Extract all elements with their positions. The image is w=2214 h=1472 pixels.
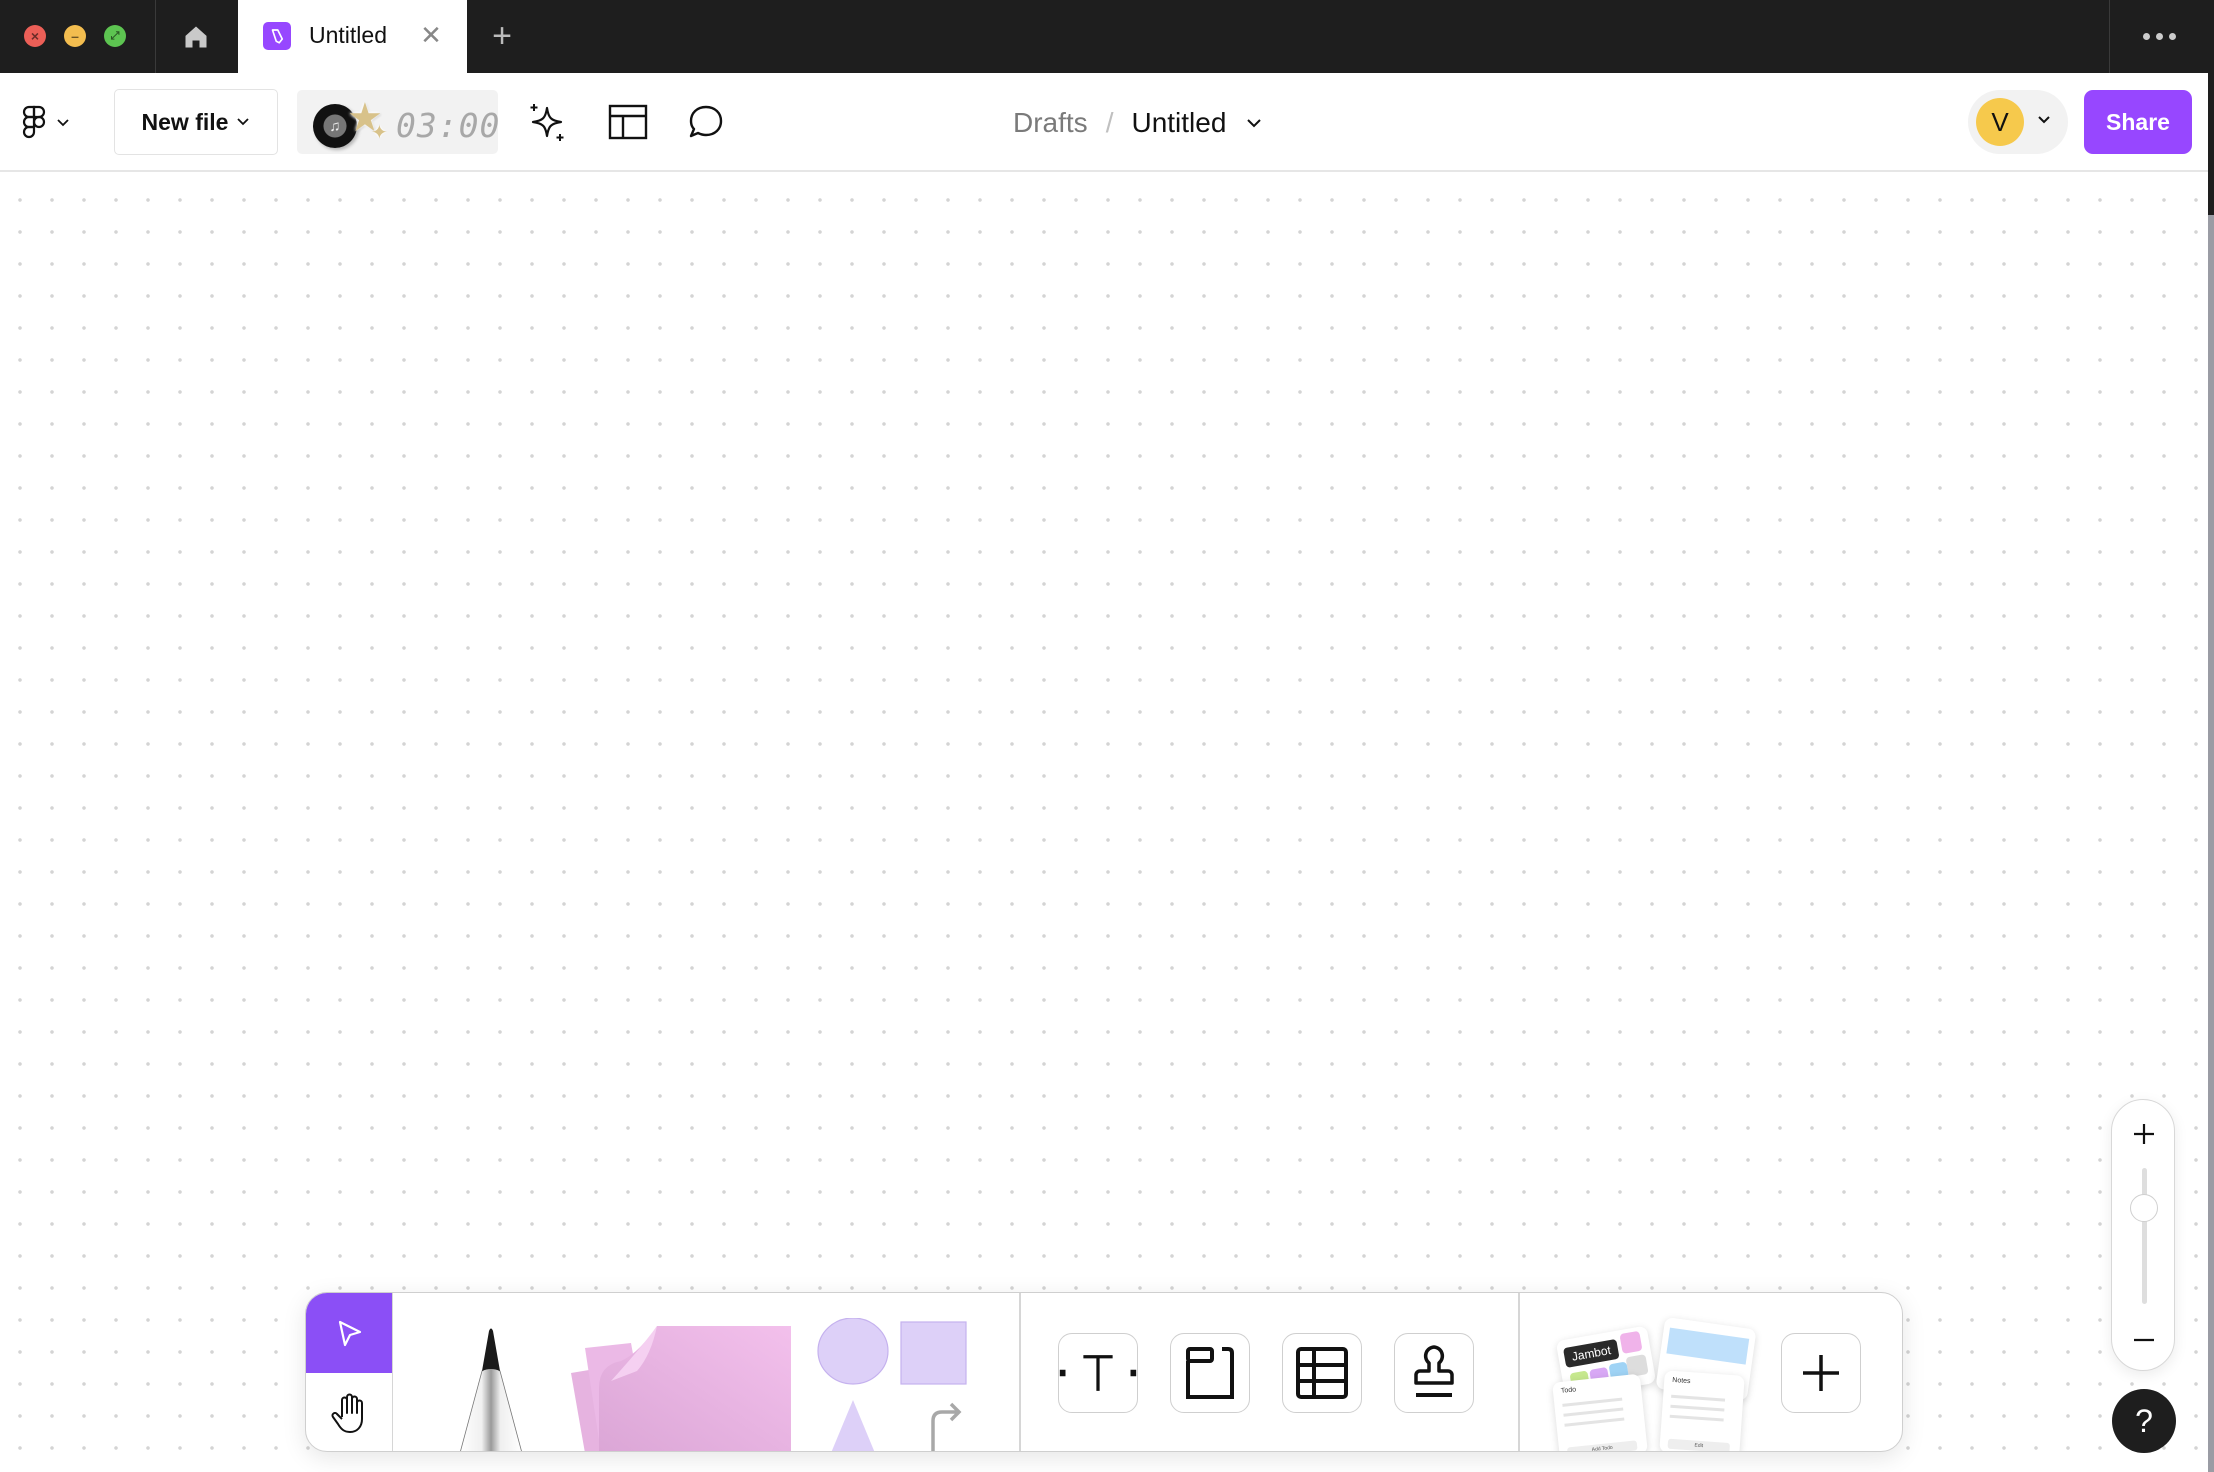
zoom-slider-thumb[interactable] — [2130, 1194, 2158, 1222]
edit-notes-button: Edit — [1667, 1438, 1731, 1451]
tab-untitled[interactable]: Untitled ✕ — [238, 0, 467, 73]
chevron-down-icon — [2038, 116, 2050, 124]
widgets-tool-button[interactable]: Jambot Todo Add Todo Notes Edit — [1546, 1316, 1766, 1451]
shapes-icon — [817, 1317, 967, 1451]
shapes-tool-button[interactable] — [811, 1317, 976, 1451]
dot-icon — [2168, 32, 2176, 40]
more-options-button[interactable] — [2110, 14, 2208, 58]
multiplayer-menu-button[interactable]: V — [1968, 90, 2068, 154]
background-window-titlebar — [2208, 0, 2214, 215]
creation-toolbar: Jambot Todo Add Todo Notes Edit — [305, 1292, 1903, 1452]
stamp-tool-button[interactable] — [1394, 1333, 1474, 1413]
timer-widget[interactable]: ♫ ★ ✦ 03:00 — [297, 90, 501, 154]
background-window-edge — [2208, 0, 2214, 1472]
breadcrumb: Drafts / Untitled — [1013, 103, 1262, 143]
todo-widget-preview: Todo Add Todo — [1552, 1373, 1648, 1451]
navigation-tools — [306, 1293, 393, 1451]
divider — [1518, 1293, 1520, 1451]
todo-line — [1562, 1397, 1623, 1407]
notes-title: Notes — [1672, 1376, 1691, 1386]
file-menu-chevron-icon[interactable] — [1246, 118, 1262, 128]
text-tool-button[interactable] — [1058, 1333, 1138, 1413]
chevron-down-icon — [237, 118, 250, 126]
select-tool-button[interactable] — [306, 1293, 392, 1373]
breadcrumb-separator: / — [1105, 107, 1114, 138]
plus-icon — [2134, 1124, 2154, 1144]
sparkle-icon: ✦ — [371, 122, 388, 144]
hand-tool-button[interactable] — [306, 1373, 392, 1451]
more-tools-button[interactable] — [1781, 1333, 1861, 1413]
window-fullscreen-button[interactable]: ⤢ — [104, 25, 126, 47]
layout-icon — [608, 104, 648, 140]
widget-tile — [1619, 1330, 1643, 1354]
plus-icon — [1803, 1355, 1839, 1391]
todo-title: Todo — [1560, 1386, 1577, 1395]
notes-line — [1671, 1394, 1726, 1402]
home-button[interactable] — [156, 0, 236, 73]
new-file-label: New file — [141, 108, 229, 135]
chevron-down-icon — [57, 119, 69, 127]
marker-tool-button[interactable] — [446, 1323, 536, 1451]
todo-line — [1564, 1417, 1625, 1427]
tab-label: Untitled — [309, 22, 387, 48]
figjam-file-icon — [263, 22, 291, 50]
notes-line — [1670, 1404, 1725, 1412]
figjam-window: × – ⤢ Untitled ✕ + New file ♫ ★ ✦ 03:00 … — [0, 0, 2208, 1472]
new-file-button[interactable]: New file — [114, 89, 278, 155]
notes-line — [1669, 1414, 1724, 1422]
figma-logo-icon — [22, 105, 46, 139]
section-icon — [1186, 1347, 1234, 1399]
window-minimize-button[interactable]: – — [64, 25, 86, 47]
stamp-icon — [1414, 1345, 1454, 1397]
zoom-controls — [2111, 1099, 2175, 1371]
home-icon — [185, 26, 207, 47]
marker-icon — [460, 1328, 522, 1451]
todo-line — [1563, 1407, 1624, 1417]
sparkles-icon — [530, 104, 564, 141]
title-bar: × – ⤢ Untitled ✕ + — [0, 0, 2208, 73]
cursor-icon — [338, 1320, 362, 1347]
music-note-icon: ♫ — [329, 117, 341, 135]
divider — [1019, 1293, 1021, 1451]
ai-actions-button[interactable] — [520, 95, 574, 149]
dot-icon — [2155, 32, 2163, 40]
zoom-in-button[interactable] — [2124, 1114, 2164, 1154]
avatar: V — [1976, 98, 2024, 146]
file-name[interactable]: Untitled — [1131, 107, 1226, 139]
comments-button[interactable] — [679, 95, 733, 149]
section-tool-button[interactable] — [1170, 1333, 1250, 1413]
comment-icon — [689, 105, 723, 138]
zoom-slider-track[interactable] — [2142, 1168, 2147, 1304]
timer-display: 03:00 — [396, 106, 501, 145]
fullscreen-icon: ⤢ — [110, 29, 120, 42]
close-icon: × — [30, 28, 40, 44]
board-canvas[interactable] — [0, 174, 2208, 1472]
table-tool-button[interactable] — [1282, 1333, 1362, 1413]
breadcrumb-drafts-link[interactable]: Drafts — [1013, 107, 1088, 139]
sticky-note-icon — [571, 1326, 791, 1451]
minus-icon — [2134, 1338, 2154, 1342]
minimize-icon: – — [71, 28, 79, 44]
help-button[interactable]: ? — [2112, 1389, 2176, 1453]
video-thumbnail — [1666, 1327, 1750, 1365]
zoom-out-button[interactable] — [2124, 1320, 2164, 1360]
file-toolbar: New file ♫ ★ ✦ 03:00 Drafts / Untitled V… — [0, 73, 2208, 172]
window-close-button[interactable]: × — [24, 25, 46, 47]
sticky-note-tool-button[interactable] — [571, 1323, 791, 1451]
new-tab-button[interactable]: + — [480, 14, 524, 58]
add-todo-button: Add Todo — [1566, 1440, 1638, 1451]
text-icon — [1059, 1355, 1137, 1391]
dot-icon — [2142, 32, 2150, 40]
templates-button[interactable] — [601, 95, 655, 149]
share-button[interactable]: Share — [2084, 90, 2192, 154]
table-icon — [1296, 1347, 1348, 1399]
tab-close-button[interactable]: ✕ — [414, 18, 448, 52]
hand-icon — [331, 1393, 363, 1433]
notes-widget-preview: Notes Edit — [1659, 1370, 1745, 1451]
main-menu-button[interactable] — [20, 101, 80, 145]
